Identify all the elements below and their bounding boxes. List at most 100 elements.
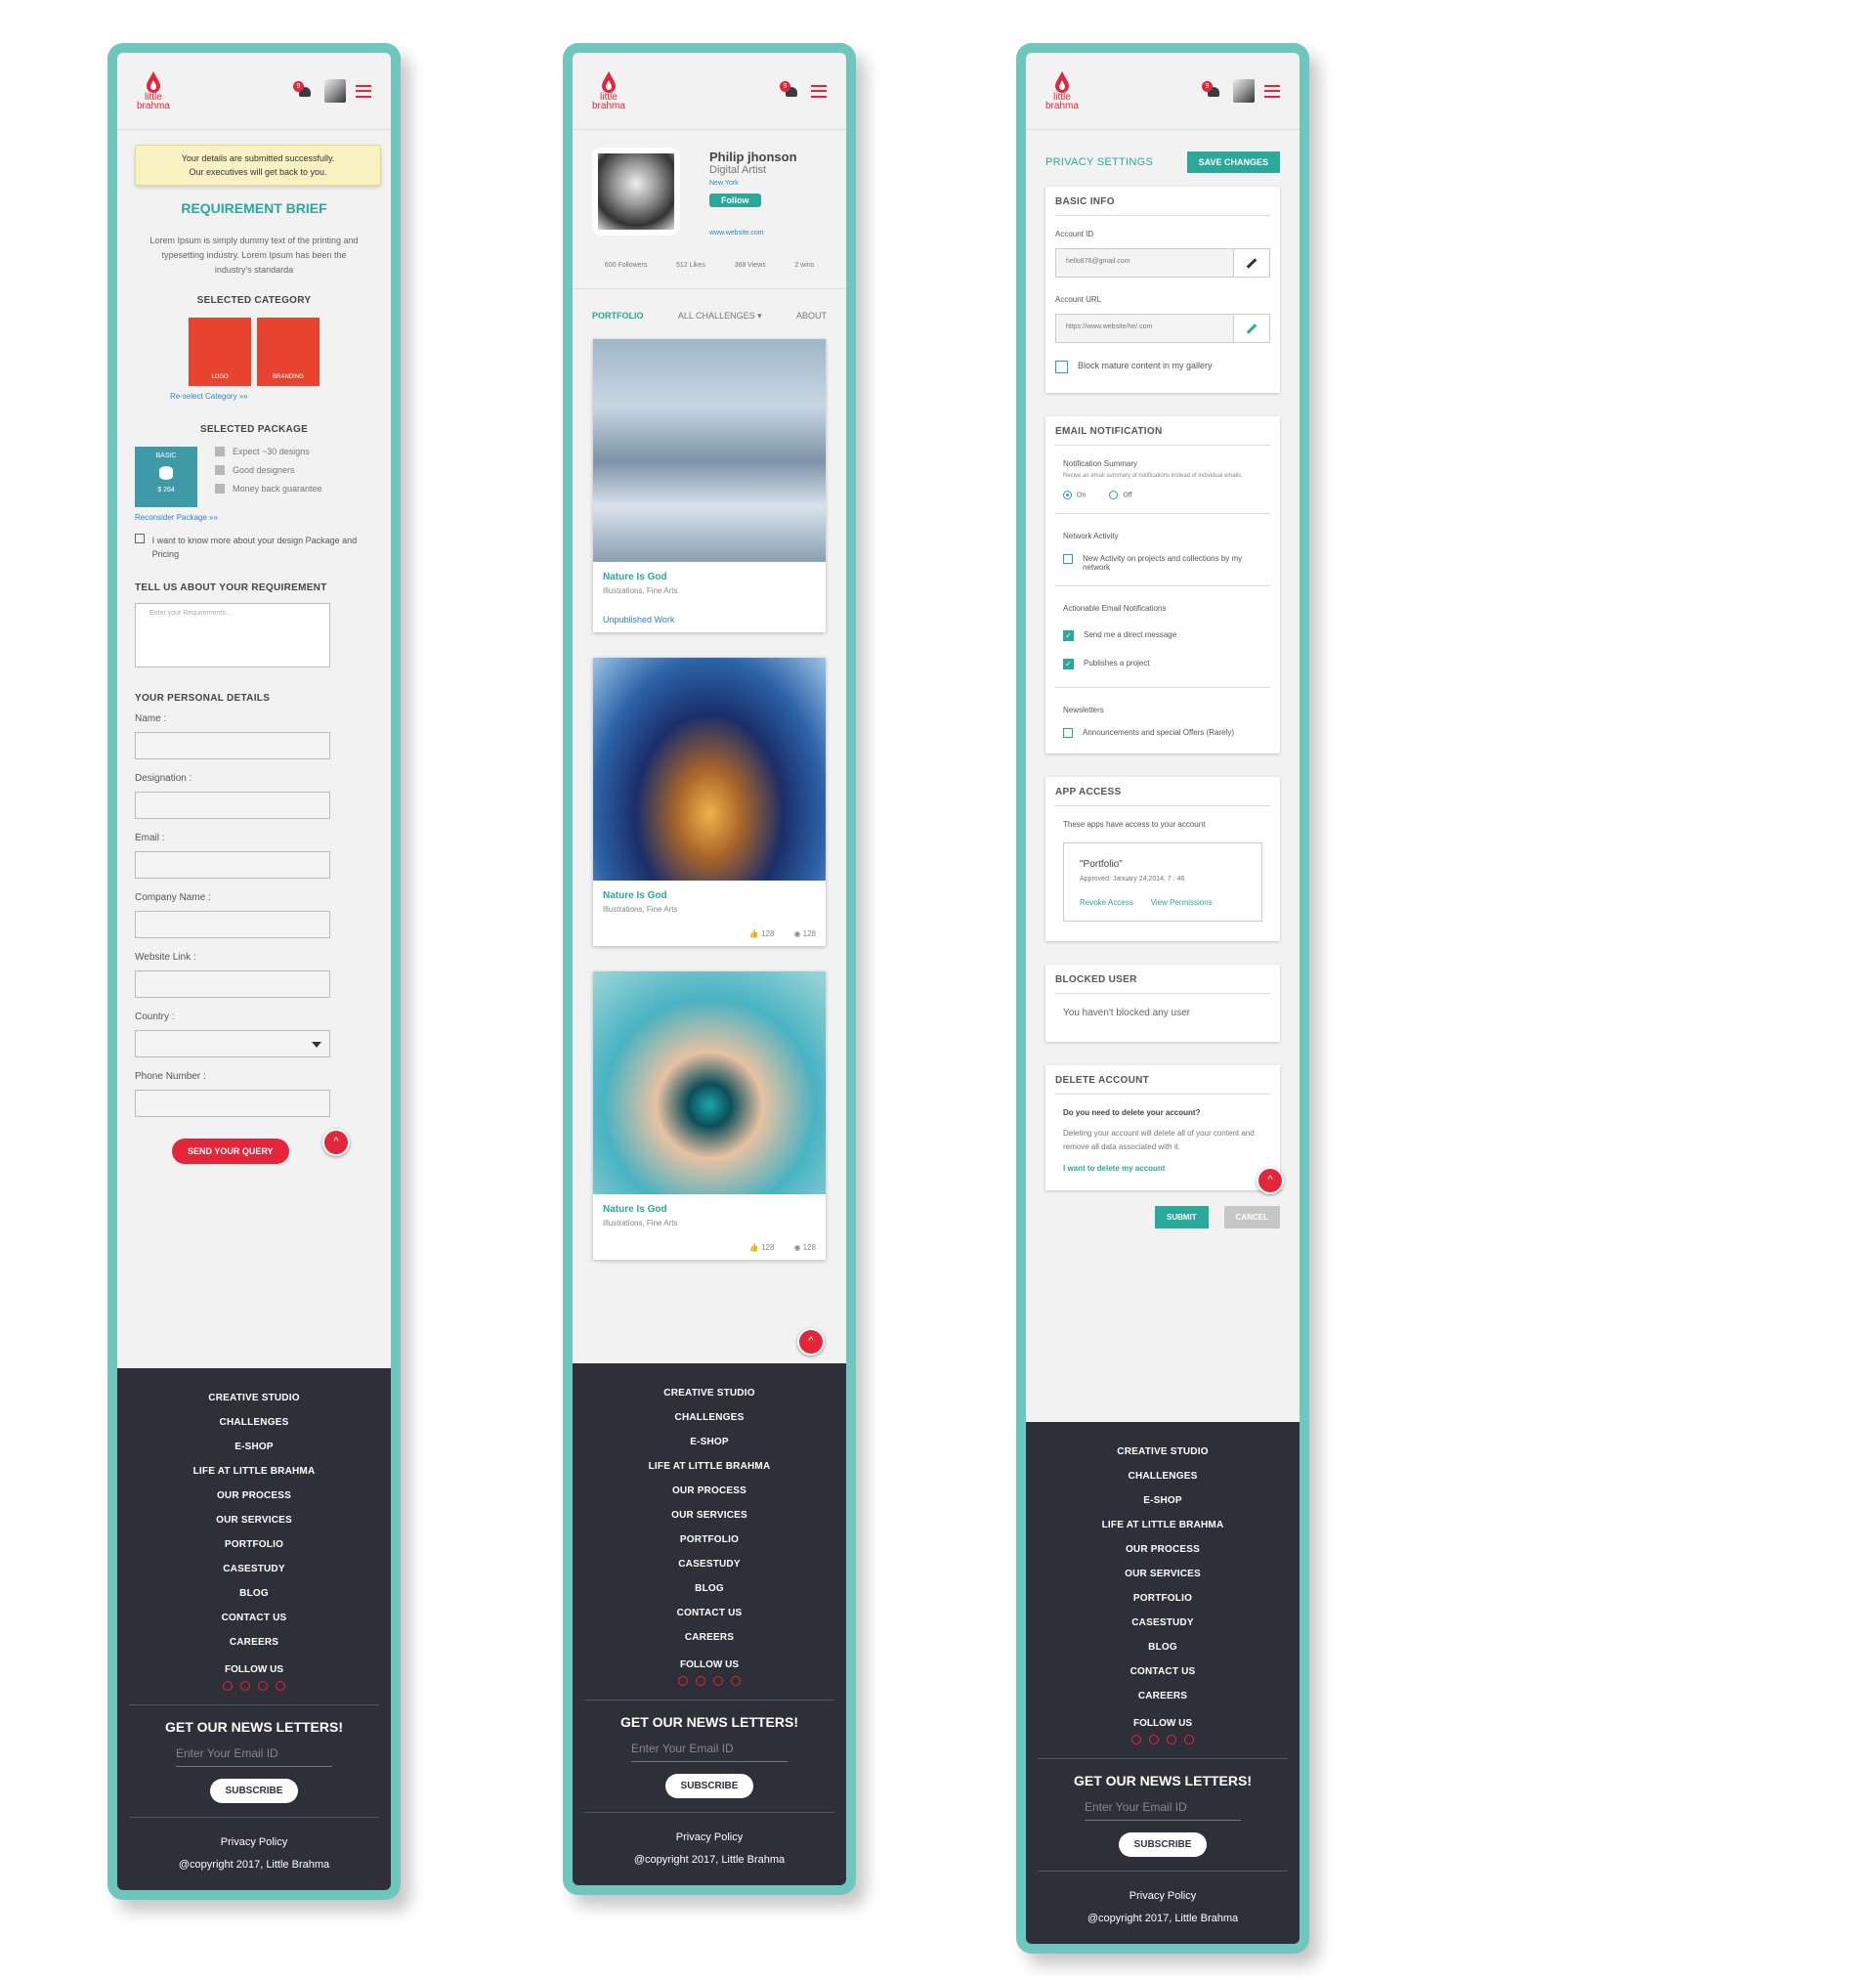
hamburger-menu-icon[interactable] (811, 84, 827, 98)
hamburger-menu-icon[interactable] (356, 84, 371, 98)
instagram-icon[interactable] (1131, 1735, 1141, 1744)
delete-account-link[interactable]: I want to delete my account (1063, 1164, 1262, 1173)
footer-link[interactable]: OUR SERVICES (1038, 1562, 1288, 1586)
thumbs-up-icon[interactable]: 👍 128 (749, 1243, 775, 1252)
package-box[interactable]: BASIC $ 264 (135, 447, 197, 507)
thumbs-up-icon[interactable]: 👍 128 (749, 929, 775, 938)
privacy-policy-link[interactable]: Privacy Policy (1038, 1885, 1288, 1908)
notification-bell-icon[interactable]: 9 (780, 81, 801, 99)
footer-link[interactable]: CONTACT US (584, 1601, 834, 1625)
logo[interactable]: little brahma (592, 71, 625, 111)
subscribe-button[interactable]: SUBSCRIBE (209, 1779, 299, 1803)
footer-link[interactable]: BLOG (129, 1581, 379, 1606)
tab-portfolio[interactable]: PORTFOLIO (592, 311, 644, 322)
account-id-field[interactable]: hello876@gmail.com (1055, 248, 1270, 278)
category-tile-logo[interactable]: LOGO (189, 318, 251, 386)
card-title[interactable]: Nature Is God (603, 572, 816, 582)
footer-link[interactable]: CASESTUDY (584, 1552, 834, 1576)
edit-pencil-icon[interactable] (1233, 249, 1269, 277)
footer-link[interactable]: PORTFOLIO (584, 1528, 834, 1552)
network-activity-checkbox[interactable] (1063, 554, 1073, 564)
twitter-icon[interactable] (276, 1681, 285, 1691)
phone-field[interactable] (135, 1090, 330, 1117)
radio-off[interactable]: Off (1109, 491, 1132, 499)
reconsider-package-link[interactable]: Reconsider Package »» (135, 513, 373, 522)
behance-icon[interactable] (1167, 1735, 1176, 1744)
footer-link[interactable]: OUR PROCESS (584, 1479, 834, 1503)
twitter-icon[interactable] (1184, 1735, 1194, 1744)
country-select[interactable] (135, 1030, 330, 1057)
footer-link[interactable]: E-SHOP (584, 1430, 834, 1454)
footer-link[interactable]: CREATIVE STUDIO (1038, 1440, 1288, 1464)
footer-link[interactable]: E-SHOP (129, 1435, 379, 1459)
designation-field[interactable] (135, 792, 330, 819)
scroll-top-icon[interactable]: ^ (1257, 1167, 1284, 1194)
footer-link[interactable]: CHALLENGES (584, 1405, 834, 1430)
footer-link[interactable]: PORTFOLIO (1038, 1586, 1288, 1611)
reselect-category-link[interactable]: Re-select Category »» (170, 392, 373, 401)
block-mature-checkbox[interactable] (1055, 361, 1068, 373)
footer-link[interactable]: BLOG (584, 1576, 834, 1601)
save-changes-button[interactable]: SAVE CHANGES (1186, 151, 1280, 173)
category-tile-branding[interactable]: BRANDING (257, 318, 320, 386)
cancel-button[interactable]: CANCEL (1223, 1206, 1280, 1228)
avatar[interactable] (324, 79, 346, 103)
footer-link[interactable]: OUR PROCESS (1038, 1537, 1288, 1562)
account-url-field[interactable]: https://www.website/he/.com (1055, 314, 1270, 343)
edit-pencil-icon[interactable] (1233, 315, 1269, 342)
notification-bell-icon[interactable]: 9 (1202, 81, 1223, 99)
know-more-checkbox[interactable] (135, 534, 145, 543)
requirement-textarea[interactable]: Enter your Requirements... (135, 603, 330, 668)
footer-link[interactable]: CASESTUDY (1038, 1611, 1288, 1635)
newsletters-checkbox[interactable] (1063, 728, 1073, 738)
revoke-access-link[interactable]: Revoke Access (1080, 898, 1133, 907)
subscribe-button[interactable]: SUBSCRIBE (664, 1774, 754, 1798)
scroll-top-icon[interactable]: ^ (322, 1129, 350, 1156)
portfolio-card[interactable]: Nature Is God Illustrations, Fine Arts U… (593, 339, 826, 632)
submit-button[interactable]: SUBMIT (1154, 1206, 1209, 1228)
newsletter-email-input[interactable]: Enter Your Email ID (1085, 1794, 1241, 1821)
tab-about[interactable]: ABOUT (796, 311, 827, 322)
logo[interactable]: little brahma (1045, 71, 1079, 111)
publishes-project-checkbox[interactable]: ✓ (1063, 659, 1074, 669)
card-title[interactable]: Nature Is God (603, 890, 816, 901)
footer-link[interactable]: OUR SERVICES (584, 1503, 834, 1528)
behance-icon[interactable] (713, 1676, 723, 1686)
instagram-icon[interactable] (223, 1681, 233, 1691)
footer-link[interactable]: CONTACT US (129, 1606, 379, 1630)
email-field[interactable] (135, 851, 330, 879)
dribbble-icon[interactable] (240, 1681, 250, 1691)
instagram-icon[interactable] (678, 1676, 688, 1686)
notification-bell-icon[interactable]: 9 (293, 81, 315, 99)
scroll-top-icon[interactable]: ^ (797, 1328, 825, 1356)
portfolio-card[interactable]: Nature Is God Illustrations, Fine Arts 👍… (593, 658, 826, 946)
footer-link[interactable]: BLOG (1038, 1635, 1288, 1659)
card-title[interactable]: Nature Is God (603, 1204, 816, 1215)
unpublished-link[interactable]: Unpublished Work (603, 615, 816, 624)
footer-link[interactable]: LIFE AT LITTLE BRAHMA (129, 1459, 379, 1484)
follow-button[interactable]: Follow (709, 194, 761, 207)
privacy-policy-link[interactable]: Privacy Policy (129, 1831, 379, 1854)
twitter-icon[interactable] (731, 1676, 741, 1686)
privacy-policy-link[interactable]: Privacy Policy (584, 1827, 834, 1849)
footer-link[interactable]: CREATIVE STUDIO (584, 1381, 834, 1405)
tab-challenges[interactable]: ALL CHALLENGES ▾ (678, 311, 762, 322)
behance-icon[interactable] (258, 1681, 268, 1691)
radio-on[interactable]: On (1063, 491, 1086, 499)
dribbble-icon[interactable] (696, 1676, 705, 1686)
footer-link[interactable]: CHALLENGES (129, 1410, 379, 1435)
footer-link[interactable]: CAREERS (129, 1630, 379, 1655)
subscribe-button[interactable]: SUBSCRIBE (1118, 1832, 1208, 1857)
avatar[interactable] (1233, 79, 1255, 103)
footer-link[interactable]: LIFE AT LITTLE BRAHMA (1038, 1513, 1288, 1537)
hamburger-menu-icon[interactable] (1264, 84, 1280, 98)
footer-link[interactable]: CONTACT US (1038, 1659, 1288, 1684)
logo[interactable]: little brahma (137, 71, 170, 111)
dribbble-icon[interactable] (1149, 1735, 1159, 1744)
view-permissions-link[interactable]: View Permissions (1151, 898, 1213, 907)
footer-link[interactable]: PORTFOLIO (129, 1532, 379, 1557)
portfolio-card[interactable]: Nature Is God Illustrations, Fine Arts 👍… (593, 971, 826, 1260)
direct-message-checkbox[interactable]: ✓ (1063, 630, 1074, 641)
newsletter-email-input[interactable]: Enter Your Email ID (176, 1741, 332, 1767)
footer-link[interactable]: CREATIVE STUDIO (129, 1386, 379, 1410)
